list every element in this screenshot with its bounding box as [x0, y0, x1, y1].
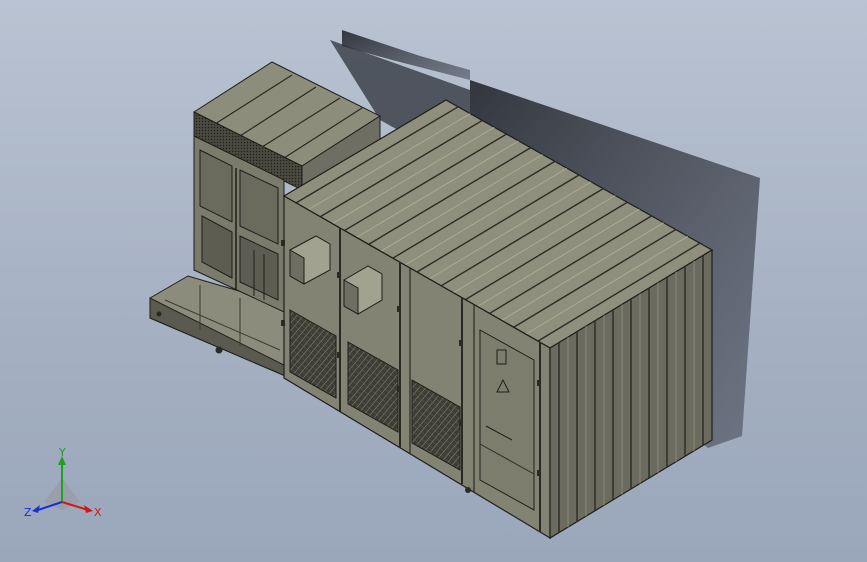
- lifting-lug: [215, 346, 223, 354]
- container-model[interactable]: [0, 0, 867, 562]
- x-axis-label: X: [94, 506, 102, 519]
- axis-triad: Y X Z: [24, 448, 102, 519]
- access-door[interactable]: [479, 329, 535, 511]
- cad-viewport[interactable]: Y X Z: [0, 0, 867, 562]
- y-axis-label: Y: [58, 448, 66, 459]
- z-axis-label: Z: [24, 506, 32, 519]
